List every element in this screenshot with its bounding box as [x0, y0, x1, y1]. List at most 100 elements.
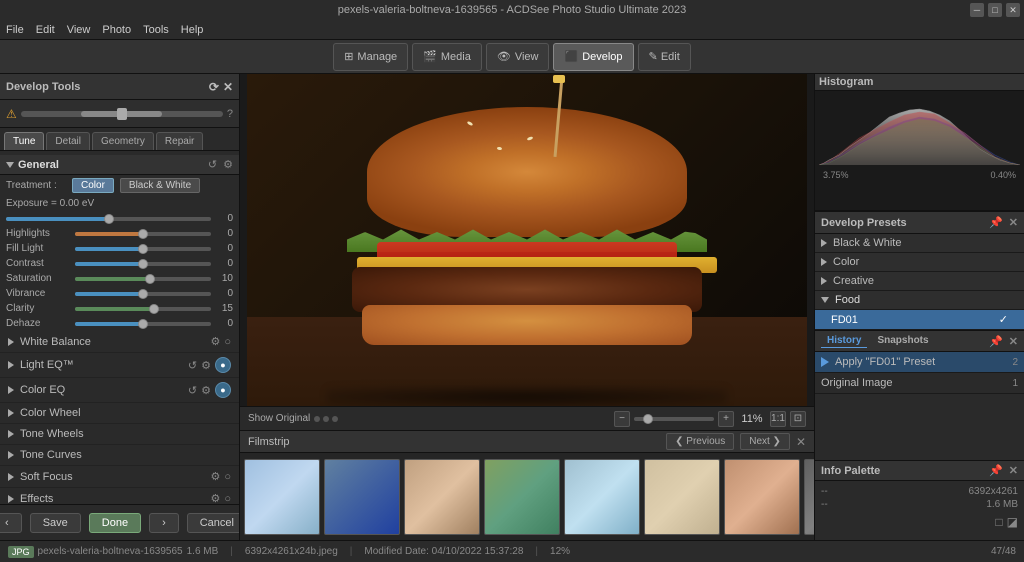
sf-gear-icon[interactable]: ⚙	[210, 470, 220, 483]
gear-icon[interactable]: ⚙	[223, 158, 233, 171]
menu-file[interactable]: File	[6, 24, 24, 36]
zoom-slider[interactable]	[634, 417, 714, 421]
manage-btn[interactable]: ⊞ Manage	[333, 43, 408, 71]
history-controls: 📌 ✕	[989, 335, 1018, 348]
thumb-1[interactable]	[244, 459, 320, 535]
menu-tools[interactable]: Tools	[143, 24, 169, 36]
contrast-slider[interactable]	[75, 262, 211, 266]
tools-scroll[interactable]: General ↺ ⚙ Treatment : Color Black & Wh…	[0, 151, 239, 504]
tab-detail[interactable]: Detail	[46, 132, 90, 150]
menu-help[interactable]: Help	[181, 24, 204, 36]
preset-category-creative[interactable]: Creative	[815, 272, 1024, 291]
cancel-btn[interactable]: Cancel	[187, 513, 240, 533]
filmstrip-bar: Filmstrip ❮ Previous Next ❯ ✕	[240, 430, 814, 540]
thumb-5[interactable]	[564, 459, 640, 535]
zoom-ratio-btn[interactable]: 1:1	[770, 411, 786, 427]
history-item-1[interactable]: Apply "FD01" Preset 2	[815, 352, 1024, 373]
next-btn[interactable]: Next ❯	[740, 433, 790, 450]
treatment-row: Treatment : Color Black & White	[0, 175, 239, 196]
panel-close-icon[interactable]: ✕	[223, 80, 233, 94]
leq-gear-icon[interactable]: ⚙	[201, 359, 211, 372]
info-btn-1[interactable]: □	[995, 515, 1002, 529]
arrow-right-btn[interactable]: ›	[149, 513, 179, 533]
highlights-slider[interactable]	[75, 232, 211, 236]
view-btn[interactable]: 👁 View	[486, 43, 550, 71]
fit-btn[interactable]: ⊡	[790, 411, 806, 427]
prev-btn[interactable]: ❮ Previous	[666, 433, 734, 450]
general-section-header[interactable]: General ↺ ⚙	[0, 155, 239, 175]
tab-geometry[interactable]: Geometry	[92, 132, 154, 150]
thumb-3[interactable]	[404, 459, 480, 535]
tab-repair[interactable]: Repair	[156, 132, 203, 150]
bw-btn[interactable]: Black & White	[120, 178, 200, 193]
preset-category-color[interactable]: Color	[815, 253, 1024, 272]
ceq-active-icon[interactable]: ●	[215, 382, 231, 398]
close-btn[interactable]: ✕	[1006, 3, 1020, 17]
media-btn[interactable]: 🎬 Media	[412, 43, 482, 71]
ceq-reset-icon[interactable]: ↺	[188, 384, 197, 397]
thumb-4[interactable]	[484, 459, 560, 535]
info-pin-icon[interactable]: 📌	[989, 464, 1003, 477]
reset-icon[interactable]: ↺	[208, 158, 217, 171]
develop-btn[interactable]: ⬛ Develop	[553, 43, 633, 71]
edit-btn[interactable]: ✎ Edit	[638, 43, 691, 71]
arrow-left-btn[interactable]: ‹	[0, 513, 22, 533]
center-panel: Show Original − + 11% 1:1	[240, 74, 814, 540]
exposure-slider[interactable]	[6, 217, 211, 221]
color-eq-row[interactable]: Color EQ ↺ ⚙ ●	[0, 378, 239, 403]
info-close-icon[interactable]: ✕	[1009, 464, 1018, 477]
question-icon[interactable]: ?	[227, 108, 233, 120]
panel-tabs: Tune Detail Geometry Repair	[0, 128, 239, 151]
clarity-slider[interactable]	[75, 307, 211, 311]
menu-edit[interactable]: Edit	[36, 24, 55, 36]
sf-circle-icon[interactable]: ○	[224, 471, 231, 483]
zoom-out-btn[interactable]: −	[614, 411, 630, 427]
info-btn-2[interactable]: ◪	[1007, 515, 1018, 529]
soft-focus-row[interactable]: Soft Focus ⚙ ○	[0, 466, 239, 488]
history-item-2[interactable]: Original Image 1	[815, 373, 1024, 394]
vibrance-slider[interactable]	[75, 292, 211, 296]
show-original-btn[interactable]: Show Original	[248, 413, 338, 424]
white-balance-row[interactable]: White Balance ⚙ ○	[0, 331, 239, 353]
menu-view[interactable]: View	[67, 24, 91, 36]
minimize-btn[interactable]: ─	[970, 3, 984, 17]
dehaze-slider[interactable]	[75, 322, 211, 326]
tab-tune[interactable]: Tune	[4, 132, 44, 150]
done-btn[interactable]: Done	[89, 513, 141, 533]
menu-photo[interactable]: Photo	[102, 24, 131, 36]
tone-wheels-row[interactable]: Tone Wheels	[0, 424, 239, 445]
presets-pin-icon[interactable]: 📌	[989, 216, 1003, 229]
preset-fd01[interactable]: FD01 ✓	[815, 310, 1024, 330]
preset-category-bw[interactable]: Black & White	[815, 234, 1024, 253]
leq-reset-icon[interactable]: ↺	[188, 359, 197, 372]
save-btn[interactable]: Save	[30, 513, 81, 533]
eff-circle-icon[interactable]: ○	[224, 493, 231, 505]
history-close-icon[interactable]: ✕	[1009, 335, 1018, 348]
wb-circle-icon[interactable]: ○	[224, 336, 231, 348]
effects-label: Effects	[20, 493, 53, 505]
tab-history[interactable]: History	[821, 334, 867, 348]
color-wheel-row[interactable]: Color Wheel	[0, 403, 239, 424]
saturation-slider[interactable]	[75, 277, 211, 281]
thumb-6[interactable]	[644, 459, 720, 535]
thumb-2[interactable]	[324, 459, 400, 535]
light-eq-row[interactable]: Light EQ™ ↺ ⚙ ●	[0, 353, 239, 378]
history-pin-icon[interactable]: 📌	[989, 335, 1003, 348]
filllight-slider[interactable]	[75, 247, 211, 251]
maximize-btn[interactable]: □	[988, 3, 1002, 17]
presets-close-icon[interactable]: ✕	[1009, 216, 1018, 229]
tone-curves-row[interactable]: Tone Curves	[0, 445, 239, 466]
ceq-gear-icon[interactable]: ⚙	[201, 384, 211, 397]
effects-row[interactable]: Effects ⚙ ○	[0, 488, 239, 504]
tab-snapshots[interactable]: Snapshots	[871, 334, 934, 348]
eff-gear-icon[interactable]: ⚙	[210, 492, 220, 504]
thumb-7[interactable]	[724, 459, 800, 535]
preset-category-food[interactable]: Food	[815, 291, 1024, 310]
leq-active-icon[interactable]: ●	[215, 357, 231, 373]
thumb-8[interactable]	[804, 459, 814, 535]
wb-gear-icon[interactable]: ⚙	[210, 335, 220, 348]
color-btn[interactable]: Color	[72, 178, 114, 193]
panel-icon-1[interactable]: ⟳	[209, 80, 219, 94]
filmstrip-close-icon[interactable]: ✕	[796, 435, 806, 449]
zoom-in-btn[interactable]: +	[718, 411, 734, 427]
